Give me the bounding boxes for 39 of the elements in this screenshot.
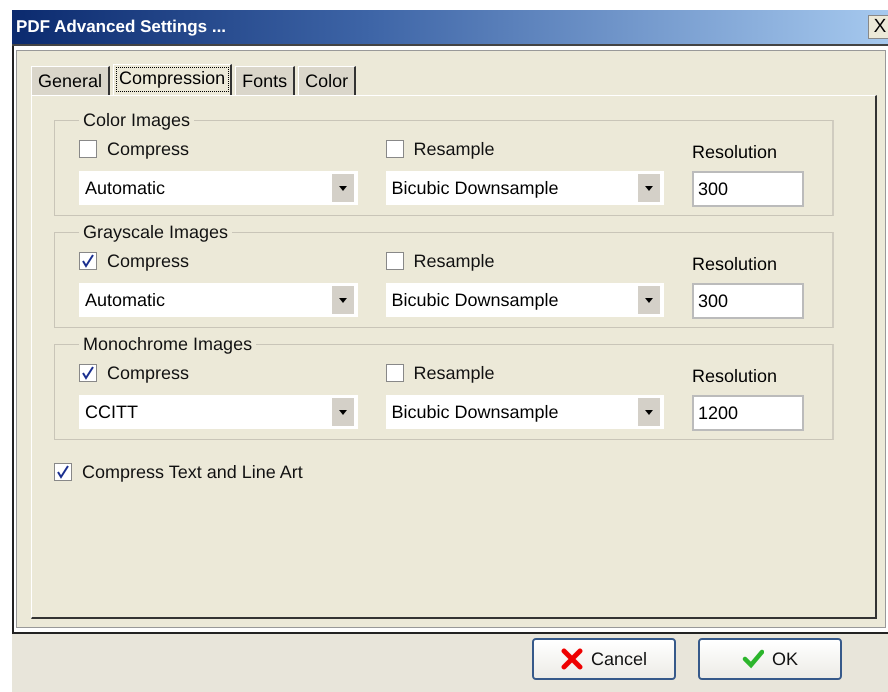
tab[interactable]: General — [31, 66, 110, 95]
checkbox-label: Resample — [414, 250, 495, 272]
checkbox-label: Compress — [107, 138, 190, 160]
tab[interactable]: Compression — [113, 64, 232, 95]
ok-button[interactable]: OK — [698, 638, 842, 680]
resolution-label: Resolution — [692, 253, 778, 275]
resolution-field[interactable]: 300 — [692, 283, 804, 319]
checkbox-label: Compress — [107, 362, 190, 384]
tab[interactable]: Fonts — [235, 66, 296, 95]
dropdown[interactable]: Automatic — [79, 171, 358, 205]
resolution-label: Resolution — [692, 141, 778, 163]
checkbox[interactable] — [79, 364, 97, 382]
checkbox[interactable] — [79, 140, 97, 158]
checkbox-label: Resample — [414, 138, 495, 160]
checkmark-icon — [742, 648, 764, 670]
close-button[interactable]: X — [868, 15, 888, 39]
cancel-button[interactable]: Cancel — [532, 638, 676, 680]
resolution-field[interactable]: 1200 — [692, 395, 804, 431]
tab[interactable]: Color — [298, 66, 356, 95]
dropdown[interactable]: Bicubic Downsample — [386, 395, 664, 429]
checkbox-label: Compress Text and Line Art — [82, 462, 303, 482]
group-title: Color Images — [82, 110, 192, 131]
checkbox-label: Resample — [414, 362, 495, 384]
dropdown[interactable]: Bicubic Downsample — [386, 283, 664, 317]
checkbox-label: Compress — [107, 250, 190, 272]
dropdown[interactable]: Automatic — [79, 283, 358, 317]
checkbox[interactable] — [386, 140, 404, 158]
cross-icon — [560, 648, 583, 670]
checkbox[interactable] — [54, 463, 72, 481]
checkbox[interactable] — [386, 364, 404, 382]
dropdown[interactable]: Bicubic Downsample — [386, 171, 664, 205]
resolution-field[interactable]: 300 — [692, 171, 804, 207]
checkbox[interactable] — [79, 252, 97, 270]
window-title: PDF Advanced Settings ... — [16, 17, 226, 37]
checkbox[interactable] — [386, 252, 404, 270]
resolution-label: Resolution — [692, 365, 778, 387]
group-title: Monochrome Images — [82, 334, 254, 355]
dropdown[interactable]: CCITT — [79, 395, 358, 429]
group-title: Grayscale Images — [82, 222, 230, 243]
